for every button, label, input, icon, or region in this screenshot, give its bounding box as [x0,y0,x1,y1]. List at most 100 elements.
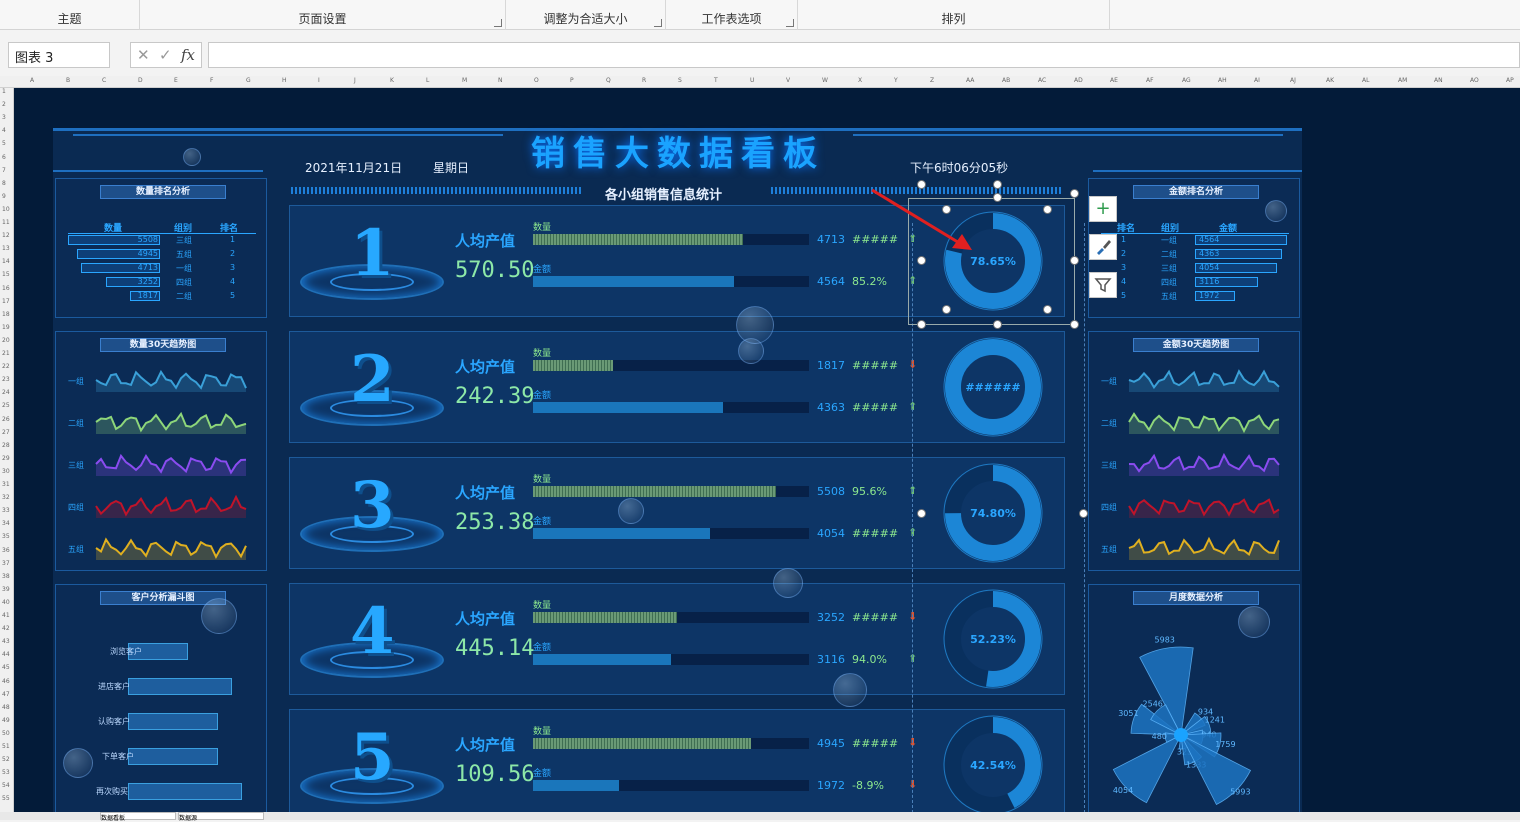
column-header[interactable]: AD [1074,77,1083,84]
name-box[interactable]: 图表 3⌄ [8,42,636,68]
row-header[interactable]: 41 [2,612,10,619]
column-header[interactable]: A [30,77,34,84]
column-header[interactable]: AL [1362,77,1369,84]
resize-handle[interactable] [1070,256,1079,265]
row-header[interactable]: 24 [2,389,10,396]
worksheet[interactable]: 销售大数据看板 2021年11月21日 星期日 下午6时06分05秒 各小组销售… [14,88,1520,812]
resize-handle[interactable] [993,180,1002,189]
cancel-icon[interactable]: ✕ [137,46,150,64]
row-header[interactable]: 11 [2,219,10,226]
formula-input[interactable] [208,42,1520,68]
row-header[interactable]: 17 [2,298,10,305]
row-header[interactable]: 40 [2,599,10,606]
row-header[interactable]: 27 [2,429,10,436]
insert-function-icon[interactable]: fx [181,46,195,64]
row-header[interactable]: 29 [2,455,10,462]
row-header[interactable]: 5 [2,140,6,147]
chart-elements-button[interactable]: + [1089,196,1117,222]
column-header[interactable]: M [462,77,467,84]
column-header[interactable]: U [750,77,754,84]
row-header[interactable]: 49 [2,717,10,724]
column-header[interactable]: B [66,77,70,84]
column-header[interactable]: Y [894,77,898,84]
row-header[interactable]: 18 [2,311,10,318]
column-header[interactable]: F [210,77,213,84]
row-header[interactable]: 47 [2,691,10,698]
row-header[interactable]: 14 [2,258,10,265]
column-header[interactable]: AC [1038,77,1046,84]
row-header[interactable]: 19 [2,324,10,331]
row-header[interactable]: 52 [2,756,10,763]
resize-handle[interactable] [1043,205,1052,214]
column-header[interactable]: H [282,77,287,84]
column-header[interactable]: P [570,77,574,84]
dialog-launcher-icon[interactable] [786,19,794,27]
column-header[interactable]: AN [1434,77,1443,84]
dialog-launcher-icon[interactable] [494,19,502,27]
row-header[interactable]: 28 [2,442,10,449]
row-header[interactable]: 3 [2,114,6,121]
row-header[interactable]: 25 [2,402,10,409]
column-header[interactable]: X [858,77,862,84]
row-header[interactable]: 50 [2,730,10,737]
row-header[interactable]: 37 [2,560,10,567]
column-header[interactable]: AM [1398,77,1407,84]
row-header[interactable]: 55 [2,795,10,802]
row-header[interactable]: 9 [2,193,6,200]
row-header[interactable]: 23 [2,376,10,383]
resize-handle[interactable] [917,320,926,329]
row-header[interactable]: 39 [2,586,10,593]
row-header[interactable]: 21 [2,350,10,357]
column-header[interactable]: AB [1002,77,1010,84]
resize-handle[interactable] [917,509,926,518]
column-header[interactable]: S [678,77,682,84]
column-header[interactable]: N [498,77,503,84]
row-header[interactable]: 32 [2,494,10,501]
row-header[interactable]: 45 [2,664,10,671]
column-header[interactable]: Q [606,77,611,84]
column-header[interactable]: I [318,77,320,84]
column-header[interactable]: V [786,77,790,84]
row-header[interactable]: 43 [2,638,10,645]
row-header[interactable]: 46 [2,678,10,685]
column-header[interactable]: O [534,77,539,84]
row-header[interactable]: 2 [2,101,6,108]
row-header[interactable]: 54 [2,782,10,789]
row-header[interactable]: 34 [2,520,10,527]
row-header[interactable]: 44 [2,651,10,658]
column-header[interactable]: AP [1506,77,1514,84]
row-header[interactable]: 12 [2,232,10,239]
column-header[interactable]: AO [1470,77,1479,84]
column-header[interactable]: J [354,77,356,84]
resize-handle[interactable] [1079,509,1088,518]
row-header[interactable]: 15 [2,271,10,278]
column-header[interactable]: AA [966,77,974,84]
row-header[interactable]: 51 [2,743,10,750]
column-header[interactable]: E [174,77,178,84]
sheet-tab-source[interactable]: 数据源 [178,812,264,822]
column-header[interactable]: K [390,77,394,84]
row-header[interactable]: 6 [2,154,6,161]
row-header[interactable]: 38 [2,573,10,580]
row-header[interactable]: 8 [2,180,6,187]
sheet-tab-dashboard[interactable]: 数据看板 [100,812,176,822]
row-header[interactable]: 48 [2,704,10,711]
row-header[interactable]: 35 [2,533,10,540]
column-header[interactable]: L [426,77,429,84]
enter-icon[interactable]: ✓ [159,46,172,64]
chart-filters-button[interactable] [1089,272,1117,298]
row-header[interactable]: 30 [2,468,10,475]
chart-styles-button[interactable] [1089,234,1117,260]
row-header[interactable]: 22 [2,363,10,370]
row-header[interactable]: 4 [2,127,6,134]
resize-handle[interactable] [1043,305,1052,314]
column-header[interactable]: G [246,77,251,84]
column-header[interactable]: AE [1110,77,1118,84]
row-header[interactable]: 33 [2,507,10,514]
row-header[interactable]: 7 [2,167,6,174]
column-header[interactable]: C [102,77,106,84]
row-header[interactable]: 31 [2,481,10,488]
column-header[interactable]: AJ [1290,77,1296,84]
row-header[interactable]: 13 [2,245,10,252]
row-header[interactable]: 42 [2,625,10,632]
